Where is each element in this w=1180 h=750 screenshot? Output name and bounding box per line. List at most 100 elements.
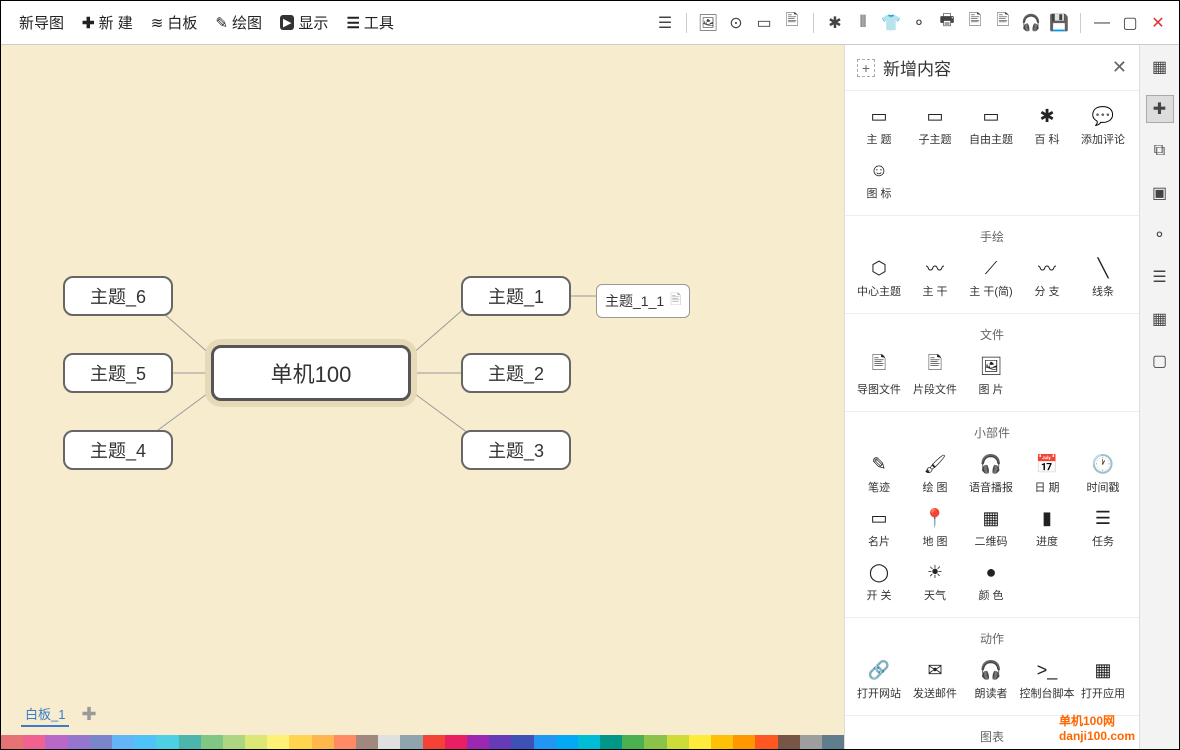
menu-tools[interactable]: ☰工具 — [340, 8, 399, 37]
node-topic-4[interactable]: 主题_4 — [63, 430, 173, 470]
panel-item[interactable]: 📍地 图 — [907, 501, 963, 555]
panel-item[interactable]: 〰分 支 — [1019, 251, 1075, 305]
menu-new-map[interactable]: 新导图 — [13, 8, 70, 37]
panel-item[interactable]: ◯开 关 — [851, 555, 907, 609]
node-topic-2[interactable]: 主题_2 — [461, 353, 571, 393]
rail-add-icon[interactable]: ✚ — [1146, 95, 1174, 123]
color-swatch[interactable] — [356, 735, 378, 749]
color-swatch[interactable] — [179, 735, 201, 749]
menu-draw[interactable]: ✎绘图 — [209, 8, 268, 37]
rail-grid-icon[interactable]: ▦ — [1146, 305, 1174, 333]
color-swatch[interactable] — [90, 735, 112, 749]
color-swatch[interactable] — [1, 735, 23, 749]
color-swatch[interactable] — [312, 735, 334, 749]
menu-display[interactable]: ▶显示 — [274, 8, 334, 37]
panel-item[interactable]: 🎧朗读者 — [963, 653, 1019, 707]
panel-item[interactable]: ▦打开应用 — [1075, 653, 1131, 707]
color-swatch[interactable] — [201, 735, 223, 749]
pdf-icon[interactable]: 🖹 — [966, 14, 984, 32]
minimize-icon[interactable]: — — [1093, 14, 1111, 32]
color-swatch[interactable] — [134, 735, 156, 749]
color-swatch[interactable] — [423, 735, 445, 749]
color-swatch[interactable] — [667, 735, 689, 749]
panel-item[interactable]: ☀天气 — [907, 555, 963, 609]
share-icon[interactable]: ⚬ — [910, 14, 928, 32]
color-swatch[interactable] — [733, 735, 755, 749]
color-swatch[interactable] — [245, 735, 267, 749]
tab-whiteboard-1[interactable]: 白板_1 — [21, 702, 69, 727]
rail-image-icon[interactable]: ▣ — [1146, 179, 1174, 207]
barcode-icon[interactable]: ⦀ — [854, 14, 872, 32]
color-swatch[interactable] — [711, 735, 733, 749]
panel-item[interactable]: ⬡中心主题 — [851, 251, 907, 305]
panel-item[interactable]: 🖹导图文件 — [851, 349, 907, 403]
color-swatch[interactable] — [68, 735, 90, 749]
panel-item[interactable]: ▭主 题 — [851, 99, 907, 153]
play-circle-icon[interactable]: ⊙ — [727, 14, 745, 32]
color-swatch[interactable] — [23, 735, 45, 749]
panel-item[interactable]: 🎧语音播报 — [963, 447, 1019, 501]
image-icon[interactable]: 🖼 — [699, 14, 717, 32]
puzzle-icon[interactable]: ✱ — [826, 14, 844, 32]
panel-item[interactable]: ▭名片 — [851, 501, 907, 555]
color-swatch[interactable] — [112, 735, 134, 749]
rail-layout-icon[interactable]: ▦ — [1146, 53, 1174, 81]
color-swatch[interactable] — [622, 735, 644, 749]
panel-item[interactable]: ●颜 色 — [963, 555, 1019, 609]
panel-item[interactable]: ▦二维码 — [963, 501, 1019, 555]
menu-new[interactable]: ✚新 建 — [76, 8, 139, 37]
color-swatch[interactable] — [289, 735, 311, 749]
color-swatch[interactable] — [556, 735, 578, 749]
panel-item[interactable]: ✉发送邮件 — [907, 653, 963, 707]
rail-share-icon[interactable]: ⚬ — [1146, 221, 1174, 249]
color-swatch[interactable] — [534, 735, 556, 749]
node-topic-3[interactable]: 主题_3 — [461, 430, 571, 470]
node-topic-1-1[interactable]: 主题_1_1🖹 — [596, 284, 690, 318]
color-swatch[interactable] — [689, 735, 711, 749]
panel-item[interactable]: ▮进度 — [1019, 501, 1075, 555]
color-swatch[interactable] — [511, 735, 533, 749]
panel-item[interactable]: ☰任务 — [1075, 501, 1131, 555]
color-swatch[interactable] — [445, 735, 467, 749]
add-tab-button[interactable]: ✚ — [81, 704, 96, 725]
node-topic-6[interactable]: 主题_6 — [63, 276, 173, 316]
panel-item[interactable]: ╲线条 — [1075, 251, 1131, 305]
panel-item[interactable]: >_控制台脚本 — [1019, 653, 1075, 707]
menu-whiteboard[interactable]: ≋白板 — [145, 8, 204, 37]
color-swatch[interactable] — [644, 735, 666, 749]
color-swatch[interactable] — [755, 735, 777, 749]
rail-structure-icon[interactable]: ⧉ — [1146, 137, 1174, 165]
panel-item[interactable]: 🖼图 片 — [963, 349, 1019, 403]
color-swatch[interactable] — [467, 735, 489, 749]
color-swatch[interactable] — [223, 735, 245, 749]
node-topic-5[interactable]: 主题_5 — [63, 353, 173, 393]
panel-item[interactable]: 🔗打开网站 — [851, 653, 907, 707]
color-swatch[interactable] — [267, 735, 289, 749]
panel-item[interactable]: ✱百 科 — [1019, 99, 1075, 153]
align-icon[interactable]: ☰ — [656, 14, 674, 32]
panel-item[interactable]: 🕐时间戳 — [1075, 447, 1131, 501]
monitor-icon[interactable]: ▭ — [755, 14, 773, 32]
panel-item[interactable]: ⟋主 干(简) — [963, 251, 1019, 305]
color-swatch[interactable] — [378, 735, 400, 749]
rail-list-icon[interactable]: ☰ — [1146, 263, 1174, 291]
color-swatch[interactable] — [334, 735, 356, 749]
panel-item[interactable]: 📅日 期 — [1019, 447, 1075, 501]
word-icon[interactable]: 🖹 — [994, 14, 1012, 32]
center-node[interactable]: 单机100 — [211, 345, 411, 401]
panel-item[interactable]: 🖌绘 图 — [907, 447, 963, 501]
color-swatch[interactable] — [600, 735, 622, 749]
color-swatch[interactable] — [778, 735, 800, 749]
color-swatch[interactable] — [822, 735, 844, 749]
color-swatch[interactable] — [400, 735, 422, 749]
color-swatch[interactable] — [578, 735, 600, 749]
print-icon[interactable]: 🖶 — [938, 14, 956, 32]
panel-item[interactable]: 💬添加评论 — [1075, 99, 1131, 153]
maximize-icon[interactable]: ▢ — [1121, 14, 1139, 32]
save-icon[interactable]: 💾 — [1050, 14, 1068, 32]
panel-item[interactable]: ▭自由主题 — [963, 99, 1019, 153]
color-swatch[interactable] — [156, 735, 178, 749]
color-palette[interactable] — [1, 735, 844, 749]
headphone-icon[interactable]: 🎧 — [1022, 14, 1040, 32]
panel-close-button[interactable]: ✕ — [1112, 57, 1127, 78]
